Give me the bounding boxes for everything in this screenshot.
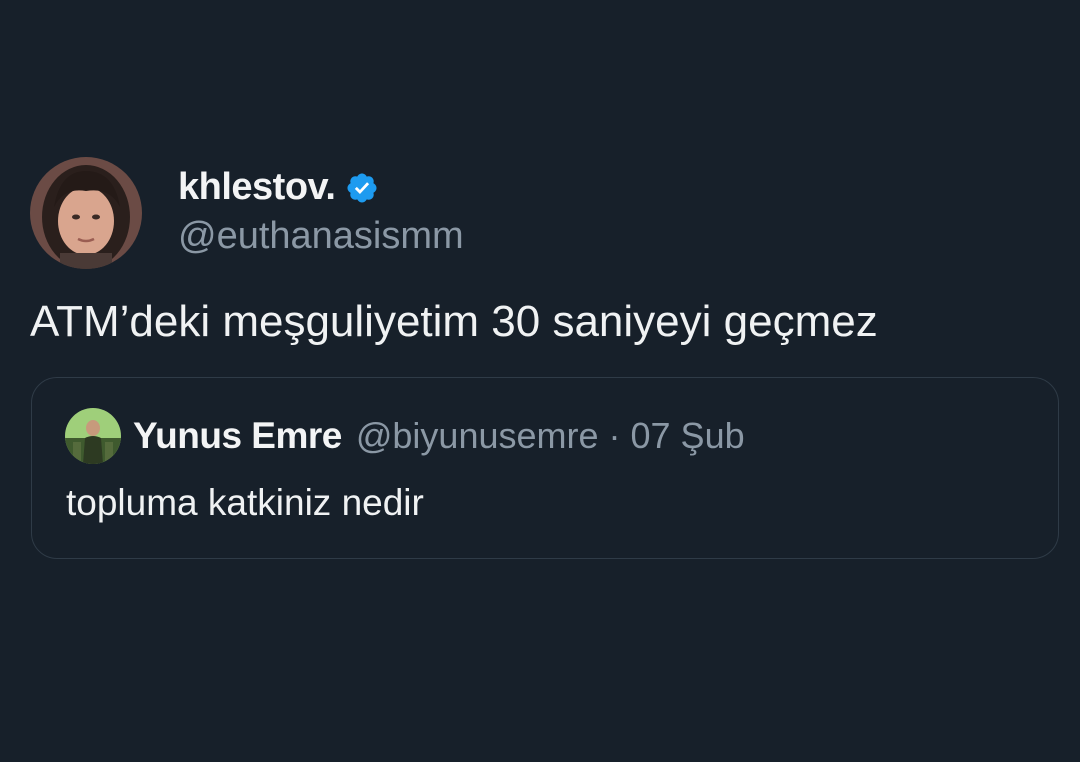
separator-dot: · bbox=[608, 415, 621, 456]
tweet-header: khlestov. @euthanasismm bbox=[30, 156, 1062, 270]
quoted-tweet-date[interactable]: 07 Şub bbox=[631, 415, 745, 457]
author-avatar[interactable] bbox=[30, 157, 142, 269]
author-display-name[interactable]: khlestov. bbox=[178, 166, 336, 209]
avatar-photo-icon bbox=[30, 157, 142, 269]
author-names: khlestov. @euthanasismm bbox=[178, 163, 464, 258]
quoted-tweet-text: topluma katkiniz nedir bbox=[66, 482, 424, 523]
tweet-text: ATM’deki meşguliyetim 30 saniyeyi geçmez bbox=[30, 297, 878, 346]
quoted-author-handle[interactable]: @biyunusemre bbox=[356, 415, 599, 457]
quoted-author-avatar[interactable] bbox=[65, 408, 121, 464]
author-name-row: khlestov. bbox=[178, 163, 464, 213]
verified-badge-icon bbox=[345, 171, 379, 205]
quoted-tweet-header: Yunus Emre @biyunusemre · 07 Şub bbox=[65, 408, 745, 464]
quoted-tweet-card[interactable]: Yunus Emre @biyunusemre · 07 Şub topluma… bbox=[31, 377, 1059, 559]
quoted-author-display-name[interactable]: Yunus Emre bbox=[133, 415, 342, 457]
tweet: khlestov. @euthanasismm ATM’deki meşguli… bbox=[30, 156, 1062, 350]
author-handle[interactable]: @euthanasismm bbox=[178, 215, 464, 258]
quoted-avatar-photo-icon bbox=[65, 408, 121, 464]
